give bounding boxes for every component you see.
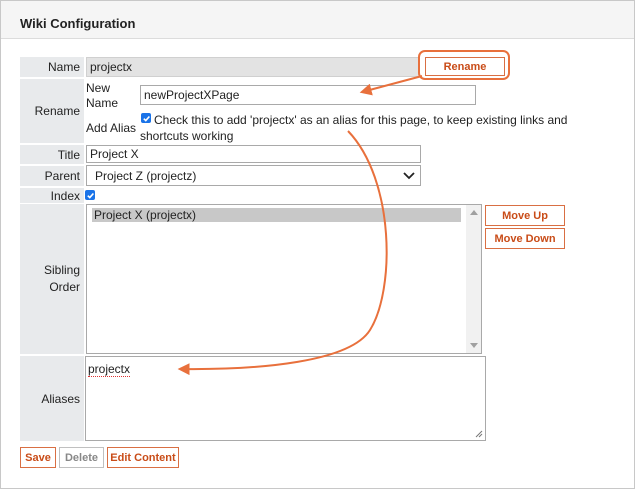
rename-label: Rename xyxy=(20,79,84,143)
add-alias-description: Check this to add 'projectx' as an alias… xyxy=(140,113,568,143)
delete-button[interactable]: Delete xyxy=(59,447,104,468)
move-up-button[interactable]: Move Up xyxy=(485,205,565,226)
index-label: Index xyxy=(20,188,84,203)
list-item[interactable]: Project X (projectx) xyxy=(92,208,461,222)
name-label: Name xyxy=(20,57,84,77)
sibling-order-label: Sibling Order xyxy=(20,204,84,354)
scroll-up-arrow[interactable] xyxy=(470,210,478,215)
aliases-value: projectx xyxy=(88,362,131,377)
chevron-down-icon xyxy=(403,172,415,180)
resize-grip-icon[interactable] xyxy=(475,430,483,438)
save-button[interactable]: Save xyxy=(20,447,56,468)
parent-label: Parent xyxy=(20,166,84,186)
new-name-input[interactable]: newProjectXPage xyxy=(140,85,476,105)
wiki-configuration-panel: Wiki Configuration Name projectx Rename … xyxy=(0,0,635,489)
aliases-label: Aliases xyxy=(20,356,84,441)
edit-content-button[interactable]: Edit Content xyxy=(107,447,179,468)
rename-button[interactable]: Rename xyxy=(425,57,505,76)
title-input[interactable]: Project X xyxy=(86,145,421,163)
scroll-down-arrow[interactable] xyxy=(470,343,478,348)
move-down-button[interactable]: Move Down xyxy=(485,228,565,249)
parent-selected-value: Project Z (projectz) xyxy=(95,168,197,183)
sibling-order-list[interactable]: Project X (projectx) xyxy=(86,204,482,354)
index-checkbox[interactable] xyxy=(85,190,95,200)
panel-header: Wiki Configuration xyxy=(1,1,634,39)
title-label: Title xyxy=(20,145,84,164)
name-field: projectx xyxy=(86,57,420,77)
panel-title: Wiki Configuration xyxy=(20,16,136,31)
aliases-textarea[interactable]: projectx xyxy=(85,356,486,441)
check-icon xyxy=(86,192,94,199)
parent-select[interactable]: Project Z (projectz) xyxy=(86,165,421,186)
scrollbar[interactable] xyxy=(466,205,481,353)
add-alias-label: Add Alias xyxy=(86,121,137,135)
new-name-label: New Name xyxy=(86,81,119,110)
